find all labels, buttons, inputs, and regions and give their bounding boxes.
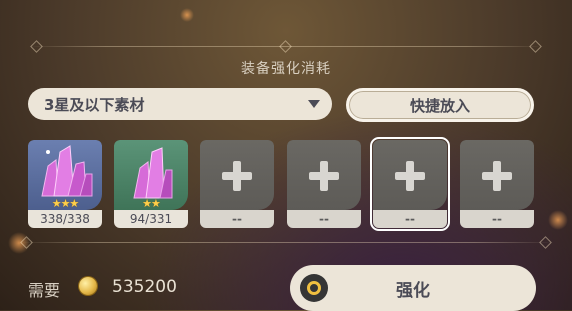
quick-add-button[interactable]: 快捷放入 xyxy=(346,88,534,122)
material-filter-label: 3星及以下素材 xyxy=(44,95,145,114)
chevron-down-icon xyxy=(308,100,320,108)
empty-slot-count: -- xyxy=(373,210,447,228)
plus-icon xyxy=(482,161,512,191)
bottom-divider xyxy=(18,236,554,249)
panel-title: 装备强化消耗 xyxy=(241,61,331,77)
material-slot[interactable]: ★★★ 338/338 xyxy=(28,140,102,228)
top-divider xyxy=(28,40,544,53)
empty-material-slot[interactable]: -- xyxy=(287,140,361,228)
quick-add-label: 快捷放入 xyxy=(409,96,470,115)
plus-icon xyxy=(309,161,339,191)
empty-material-slot-selected[interactable]: -- xyxy=(370,137,450,231)
divider-ornament xyxy=(539,236,552,249)
material-count: 94/331 xyxy=(114,210,188,228)
empty-slot-count: -- xyxy=(200,210,274,228)
ambient-glow xyxy=(180,8,194,22)
divider-ornament xyxy=(529,40,542,53)
plus-icon xyxy=(395,161,425,191)
rarity-stars: ★★ xyxy=(142,197,161,210)
empty-slot-art xyxy=(287,140,361,210)
material-slot[interactable]: ★★ 94/331 xyxy=(114,140,188,228)
empty-slot-art xyxy=(200,140,274,210)
ambient-glow xyxy=(548,210,568,230)
enhance-icon xyxy=(300,274,328,302)
material-filter-dropdown[interactable]: 3星及以下素材 xyxy=(28,88,332,120)
empty-slot-art xyxy=(373,140,447,210)
empty-slot-art xyxy=(460,140,534,210)
cost-label: 需要 xyxy=(28,281,61,300)
plus-icon xyxy=(222,161,252,191)
empty-material-slot[interactable]: -- xyxy=(460,140,534,228)
empty-slot-count: -- xyxy=(460,210,534,228)
divider-ornament xyxy=(279,40,292,53)
mora-coin-icon xyxy=(79,277,97,295)
empty-slot-count: -- xyxy=(287,210,361,228)
enhance-button-label: 强化 xyxy=(396,280,430,301)
divider-ornament xyxy=(30,40,43,53)
rarity-stars: ★★★ xyxy=(51,197,80,210)
divider-ornament xyxy=(20,236,33,249)
empty-material-slot[interactable]: -- xyxy=(200,140,274,228)
cost-amount: 535200 xyxy=(112,277,177,297)
enhance-button[interactable]: 强化 xyxy=(290,265,536,311)
material-count: 338/338 xyxy=(28,210,102,228)
material-slots: ★★★ 338/338 ★★ 94/331 -- -- -- -- xyxy=(28,137,538,231)
